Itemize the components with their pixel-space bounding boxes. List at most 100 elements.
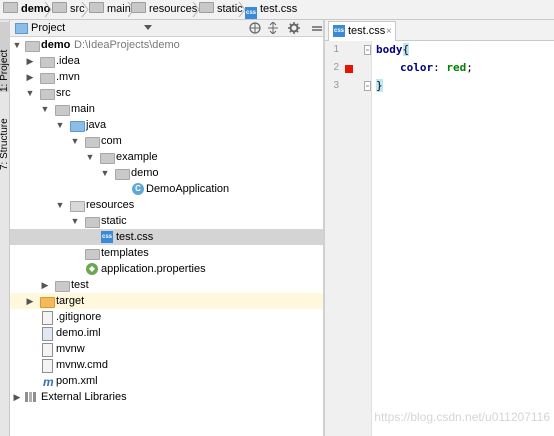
breakpoint-icon[interactable] bbox=[345, 65, 353, 73]
tree-item-test[interactable]: ▶ test bbox=[10, 277, 323, 293]
tree-item-com[interactable]: ▼ com bbox=[10, 133, 323, 149]
folder-icon bbox=[40, 57, 55, 68]
css-file-icon: css bbox=[245, 7, 257, 19]
breadcrumb-item-src[interactable]: src bbox=[52, 0, 85, 19]
folder-icon bbox=[52, 2, 67, 13]
tree-item-src[interactable]: ▼ src bbox=[10, 85, 323, 101]
left-tool-strip: 1: Project 7: Structure bbox=[0, 20, 10, 436]
close-icon[interactable]: × bbox=[386, 24, 392, 39]
code-editor[interactable]: body{ color: red; } bbox=[372, 41, 554, 436]
tree-item-idea[interactable]: ▶ .idea bbox=[10, 53, 323, 69]
folder-icon bbox=[55, 105, 70, 116]
tree-item-application-properties[interactable]: ◆ application.properties bbox=[10, 261, 323, 277]
line-number: 3 bbox=[333, 80, 339, 91]
gear-icon[interactable] bbox=[288, 22, 300, 34]
folder-icon bbox=[55, 281, 70, 292]
breadcrumb-item-test-css[interactable]: css test.css bbox=[245, 0, 297, 19]
maven-icon: m bbox=[43, 375, 54, 389]
tree-item-example[interactable]: ▼ example bbox=[10, 149, 323, 165]
fold-icon[interactable] bbox=[364, 81, 371, 91]
folder-icon bbox=[85, 249, 100, 260]
chevron-down-icon[interactable]: ▼ bbox=[100, 165, 110, 181]
excluded-folder-icon bbox=[40, 297, 55, 308]
scroll-from-source-icon[interactable] bbox=[249, 22, 261, 34]
iml-file-icon bbox=[42, 327, 53, 341]
module-folder-icon bbox=[3, 2, 18, 13]
project-tree: ▼ demo D:\IdeaProjects\demo ▶ .idea ▶ .m… bbox=[10, 37, 323, 436]
breadcrumb-separator-icon bbox=[81, 2, 89, 17]
chevron-right-icon[interactable]: ▶ bbox=[25, 53, 35, 69]
tree-item-pom-xml[interactable]: m pom.xml bbox=[10, 373, 323, 389]
project-panel-header: Project bbox=[10, 20, 323, 37]
chevron-right-icon[interactable]: ▶ bbox=[12, 389, 22, 405]
folder-icon bbox=[199, 2, 214, 13]
folder-icon bbox=[40, 89, 55, 100]
project-view-icon bbox=[15, 23, 28, 34]
breadcrumb-item-main[interactable]: main bbox=[89, 0, 131, 19]
spring-class-icon: C bbox=[132, 183, 144, 195]
tree-item-demo[interactable]: ▼ demo D:\IdeaProjects\demo bbox=[10, 37, 323, 53]
code-line-3: } bbox=[376, 79, 383, 92]
chevron-right-icon[interactable]: ▶ bbox=[40, 277, 50, 293]
tree-item-resources[interactable]: ▼ resources bbox=[10, 197, 323, 213]
watermark: https://blog.csdn.net/u011207116 bbox=[374, 410, 550, 424]
text-file-icon bbox=[42, 359, 53, 373]
structure-tool-tab[interactable]: 7: Structure bbox=[0, 108, 10, 170]
code-line-1: body{ bbox=[376, 43, 410, 56]
chevron-down-icon[interactable]: ▼ bbox=[40, 101, 50, 117]
editor-tab-test-css[interactable]: css test.css × bbox=[328, 21, 396, 41]
resources-folder-icon bbox=[70, 201, 85, 212]
tree-item-static[interactable]: ▼ static bbox=[10, 213, 323, 229]
line-number: 1 bbox=[333, 44, 339, 55]
project-view-selector[interactable]: Project bbox=[31, 21, 65, 35]
tree-item-java[interactable]: ▼ java bbox=[10, 117, 323, 133]
chevron-down-icon[interactable]: ▼ bbox=[55, 197, 65, 213]
breadcrumb-separator-icon bbox=[44, 2, 52, 17]
tree-item-target[interactable]: ▶ target bbox=[10, 293, 323, 309]
tree-item-demo-package[interactable]: ▼ demo bbox=[10, 165, 323, 181]
tree-item-external-libraries[interactable]: ▶ External Libraries bbox=[10, 389, 323, 405]
source-folder-icon bbox=[70, 121, 85, 132]
tree-item-demo-iml[interactable]: demo.iml bbox=[10, 325, 323, 341]
tree-item-gitignore[interactable]: .gitignore bbox=[10, 309, 323, 325]
editor-gutter: 1 2 3 bbox=[325, 41, 372, 436]
collapse-all-icon[interactable] bbox=[267, 22, 279, 34]
caret-line-highlight bbox=[372, 77, 554, 95]
resources-folder-icon bbox=[131, 2, 146, 13]
line-number: 2 bbox=[333, 62, 339, 73]
editor-tab-bar: css test.css × bbox=[325, 20, 554, 41]
libraries-icon bbox=[25, 392, 36, 402]
breadcrumb: demo src main resources static css test.c… bbox=[0, 0, 554, 20]
folder-icon bbox=[89, 2, 104, 13]
code-line-2: color: red; bbox=[400, 61, 473, 74]
chevron-right-icon[interactable]: ▶ bbox=[25, 293, 35, 309]
package-icon bbox=[115, 169, 130, 180]
chevron-down-icon[interactable]: ▼ bbox=[55, 117, 65, 133]
css-file-icon: css bbox=[333, 25, 345, 37]
breadcrumb-item-static[interactable]: static bbox=[199, 0, 243, 19]
hide-panel-icon[interactable] bbox=[312, 22, 322, 34]
package-icon bbox=[100, 153, 115, 164]
css-file-icon: css bbox=[101, 231, 113, 243]
text-file-icon bbox=[42, 311, 53, 325]
fold-icon[interactable] bbox=[364, 45, 371, 55]
tree-item-mvn[interactable]: ▶ .mvn bbox=[10, 69, 323, 85]
module-folder-icon bbox=[25, 41, 40, 52]
chevron-down-icon[interactable] bbox=[144, 25, 152, 31]
properties-file-icon: ◆ bbox=[86, 263, 98, 275]
chevron-right-icon[interactable]: ▶ bbox=[25, 69, 35, 85]
chevron-down-icon[interactable]: ▼ bbox=[25, 85, 35, 101]
breadcrumb-item-resources[interactable]: resources bbox=[131, 0, 197, 19]
folder-icon bbox=[40, 73, 55, 84]
chevron-down-icon[interactable]: ▼ bbox=[70, 213, 80, 229]
tree-item-main[interactable]: ▼ main bbox=[10, 101, 323, 117]
tree-item-test-css[interactable]: css test.css bbox=[10, 229, 323, 245]
chevron-down-icon[interactable]: ▼ bbox=[12, 37, 22, 53]
tree-item-mvnw[interactable]: mvnw bbox=[10, 341, 323, 357]
chevron-down-icon[interactable]: ▼ bbox=[70, 133, 80, 149]
project-tool-tab[interactable]: 1: Project bbox=[0, 22, 10, 92]
tree-item-mvnw-cmd[interactable]: mvnw.cmd bbox=[10, 357, 323, 373]
chevron-down-icon[interactable]: ▼ bbox=[85, 149, 95, 165]
tree-item-templates[interactable]: templates bbox=[10, 245, 323, 261]
tree-item-demoapplication[interactable]: C DemoApplication bbox=[10, 181, 323, 197]
